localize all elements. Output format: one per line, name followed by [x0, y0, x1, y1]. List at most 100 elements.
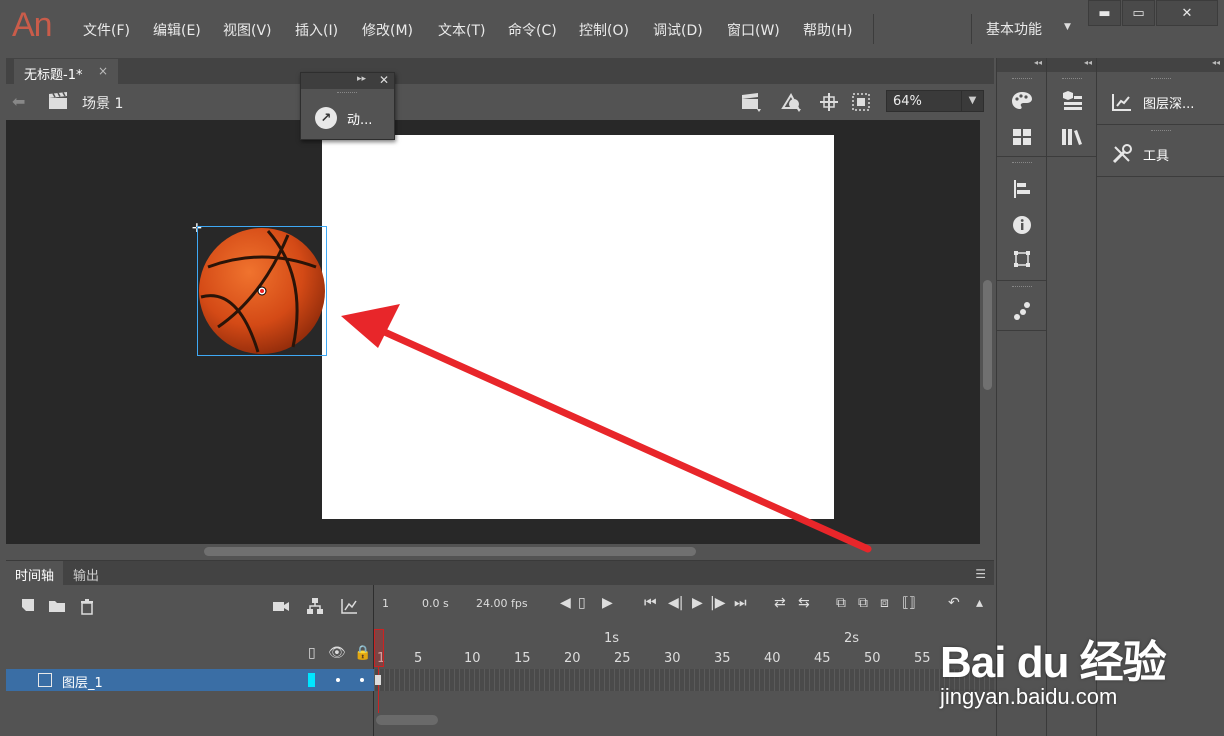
loop-icon[interactable]: ⇄: [774, 595, 786, 611]
panel-header[interactable]: ▸▸ ✕: [301, 73, 394, 89]
document-tab[interactable]: 无标题-1* ×: [14, 59, 118, 84]
clip-content-icon[interactable]: [850, 91, 872, 113]
collapse-icon[interactable]: ◂◂: [1097, 58, 1224, 72]
frame-ruler[interactable]: 1s 2s 1 5 10 15 20 25 30 35 40 45 50 55: [374, 627, 994, 669]
go-to-first-icon[interactable]: ⏮: [644, 595, 657, 611]
frame-panel: 1 0.0 s 24.00 fps ◀ ▯ ▶ ⏮ ◀| ▶ |▶ ⏭ ⇄ ⇆ …: [374, 585, 994, 736]
visibility-dot[interactable]: [336, 678, 340, 682]
chevron-down-icon[interactable]: ▼: [961, 91, 983, 111]
insert-keyframe-icon[interactable]: ▯: [578, 595, 586, 611]
collapse-icon[interactable]: ▸▸: [357, 74, 366, 84]
new-layer-icon[interactable]: [20, 597, 38, 615]
menu-file[interactable]: 文件(F): [83, 20, 130, 40]
vertical-scrollbar[interactable]: [980, 120, 994, 544]
menu-control[interactable]: 控制(O): [579, 20, 629, 40]
play-icon[interactable]: ▶: [692, 595, 703, 611]
basketball-symbol[interactable]: [197, 226, 327, 356]
playback-controls: 1 0.0 s 24.00 fps ◀ ▯ ▶ ⏮ ◀| ▶ |▶ ⏭ ⇄ ⇆ …: [374, 585, 994, 627]
swatches-icon[interactable]: [1009, 124, 1035, 150]
menu-edit[interactable]: 编辑(E): [153, 20, 201, 40]
properties-icon[interactable]: [1059, 88, 1085, 114]
code-snippets-icon[interactable]: [1009, 298, 1035, 324]
elapsed-time[interactable]: 0.0 s: [422, 597, 449, 610]
menu-commands[interactable]: 命令(C): [508, 20, 557, 40]
collapse-icon[interactable]: ◂◂: [1047, 58, 1096, 72]
pasteboard[interactable]: [6, 120, 980, 544]
step-back-icon[interactable]: ◀|: [668, 595, 683, 611]
scroll-thumb[interactable]: [376, 715, 438, 725]
trash-icon[interactable]: [78, 597, 96, 615]
zoom-select[interactable]: 64% ▼: [886, 90, 984, 112]
highlight-icon[interactable]: ▯: [308, 645, 316, 661]
motion-presets-panel: ▸▸ ✕ ↗ 动...: [300, 72, 395, 140]
lock-dot[interactable]: [360, 678, 364, 682]
close-icon[interactable]: ×: [98, 64, 108, 78]
keyframe[interactable]: [375, 675, 381, 685]
layer-row[interactable]: 图层_1: [6, 669, 374, 691]
layer-depth-panel-button[interactable]: 图层深...: [1097, 80, 1224, 124]
minimize-button[interactable]: ▬: [1088, 0, 1121, 26]
new-folder-icon[interactable]: [48, 597, 66, 615]
edit-symbols-icon[interactable]: [780, 91, 802, 113]
menu-insert[interactable]: 插入(I): [295, 20, 338, 40]
modify-markers-icon[interactable]: ⟦⟧: [902, 595, 916, 611]
timeline-scrollbar[interactable]: [374, 713, 994, 727]
motion-editor-button[interactable]: ↗ 动...: [315, 107, 372, 129]
step-forward-icon[interactable]: |▶: [710, 595, 725, 611]
info-icon[interactable]: [1009, 212, 1035, 238]
camera-icon[interactable]: [272, 597, 290, 615]
playhead[interactable]: [374, 629, 384, 667]
menu-debug[interactable]: 调试(D): [653, 20, 703, 40]
menu-text[interactable]: 文本(T): [438, 20, 485, 40]
library-icon[interactable]: [1059, 124, 1085, 150]
onion-outline-icon[interactable]: ⧉: [858, 595, 868, 611]
lock-icon[interactable]: 🔒: [354, 645, 371, 661]
panel-grip[interactable]: [1011, 286, 1032, 288]
close-window-button[interactable]: ✕: [1156, 0, 1218, 26]
transform-icon[interactable]: [1009, 246, 1035, 272]
color-palette-icon[interactable]: [1009, 88, 1035, 114]
menu-help[interactable]: 帮助(H): [803, 20, 852, 40]
frames-row[interactable]: [374, 669, 994, 691]
layer-panel: ▯ 👁 🔒 图层_1: [6, 585, 374, 736]
center-frame-icon[interactable]: ⇆: [798, 595, 810, 611]
panel-grip[interactable]: [1011, 78, 1032, 80]
ruler-second: 2s: [844, 631, 860, 646]
center-stage-icon[interactable]: [818, 91, 840, 113]
tab-timeline[interactable]: 时间轴: [6, 561, 64, 585]
align-icon[interactable]: [1009, 176, 1035, 202]
chevron-down-icon[interactable]: ▼: [1064, 22, 1071, 32]
edit-multiple-frames-icon[interactable]: ⧈: [880, 595, 889, 611]
scroll-thumb[interactable]: [983, 280, 992, 390]
tab-output[interactable]: 输出: [64, 561, 108, 585]
horizontal-scrollbar[interactable]: [6, 544, 980, 558]
go-to-last-icon[interactable]: ⏭: [734, 595, 747, 611]
layer-depth-icon[interactable]: [340, 597, 358, 615]
ruler-number: 10: [464, 651, 481, 666]
parenting-icon[interactable]: [306, 597, 324, 615]
next-keyframe-icon[interactable]: ▶: [602, 595, 613, 611]
menu-view[interactable]: 视图(V): [223, 20, 272, 40]
back-arrow-icon[interactable]: ⬅: [12, 92, 25, 111]
panel-grip[interactable]: [1011, 162, 1032, 164]
eye-icon[interactable]: 👁: [328, 645, 346, 661]
menu-modify[interactable]: 修改(M): [362, 20, 413, 40]
frame-rate[interactable]: 24.00 fps: [476, 597, 528, 610]
workspace-switcher[interactable]: 基本功能: [986, 19, 1042, 39]
close-icon[interactable]: ✕: [379, 73, 389, 87]
panel-grip[interactable]: [1061, 78, 1082, 80]
current-frame[interactable]: 1: [382, 597, 389, 610]
layer-color-tag[interactable]: [308, 673, 315, 687]
scroll-thumb[interactable]: [204, 547, 696, 556]
collapse-icon[interactable]: ◂◂: [997, 58, 1046, 72]
previous-keyframe-icon[interactable]: ◀: [560, 595, 571, 611]
menu-window[interactable]: 窗口(W): [727, 20, 780, 40]
tools-panel-button[interactable]: 工具: [1097, 132, 1224, 176]
maximize-button[interactable]: ▭: [1122, 0, 1155, 26]
onion-skin-icon[interactable]: ⧉: [836, 595, 846, 611]
stage[interactable]: [322, 135, 834, 519]
panel-menu-icon[interactable]: ☰: [975, 567, 986, 581]
edit-scene-icon[interactable]: [740, 91, 762, 113]
divider: [1097, 124, 1224, 125]
panel-grip[interactable]: [337, 92, 357, 94]
